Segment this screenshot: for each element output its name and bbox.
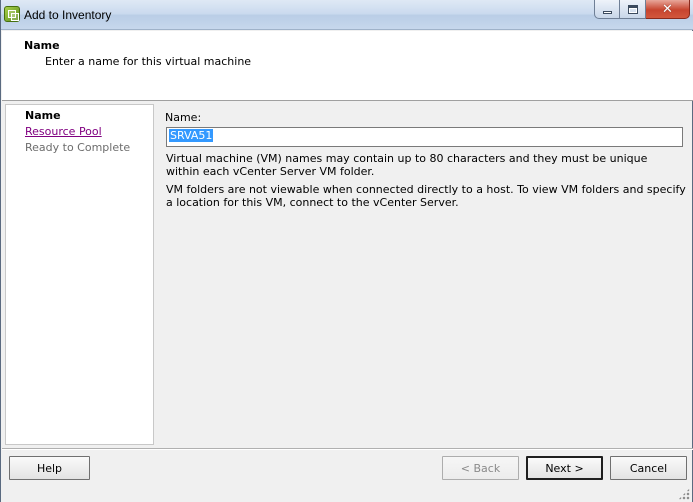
- maximize-button[interactable]: [620, 0, 646, 19]
- vm-name-input[interactable]: SRVA51: [166, 127, 683, 147]
- window-title: Add to Inventory: [24, 8, 112, 22]
- next-button[interactable]: Next >: [526, 456, 603, 480]
- maximize-icon: [627, 4, 638, 14]
- app-icon: [4, 6, 20, 22]
- page-title: Name: [24, 39, 60, 52]
- vm-folders-info-text: VM folders are not viewable when connect…: [166, 183, 686, 209]
- name-field-label: Name:: [165, 111, 202, 124]
- close-button[interactable]: ✕: [646, 0, 690, 19]
- wizard-steps-panel: Name Resource Pool Ready to Complete: [5, 104, 154, 445]
- cancel-button[interactable]: Cancel: [610, 456, 687, 480]
- add-to-inventory-window: Add to Inventory ✕ Name Enter a name for…: [0, 0, 693, 502]
- wizard-header: Name Enter a name for this virtual machi…: [2, 31, 693, 101]
- minimize-button[interactable]: [594, 0, 620, 19]
- footer-divider: [2, 448, 693, 450]
- step-resource-pool[interactable]: Resource Pool: [25, 125, 102, 138]
- vm-name-rules-text: Virtual machine (VM) names may contain u…: [166, 152, 648, 178]
- minimize-icon: [602, 10, 612, 14]
- page-subtitle: Enter a name for this virtual machine: [45, 55, 252, 68]
- step-name: Name: [25, 109, 61, 122]
- back-button[interactable]: < Back: [442, 456, 519, 480]
- resize-grip-icon[interactable]: [678, 488, 690, 500]
- step-ready-to-complete: Ready to Complete: [25, 141, 131, 154]
- help-button[interactable]: Help: [9, 456, 90, 480]
- close-icon: ✕: [662, 1, 673, 17]
- vm-name-selected-text: SRVA51: [169, 129, 214, 142]
- title-bar[interactable]: Add to Inventory ✕: [1, 0, 693, 30]
- window-controls: ✕: [594, 0, 690, 20]
